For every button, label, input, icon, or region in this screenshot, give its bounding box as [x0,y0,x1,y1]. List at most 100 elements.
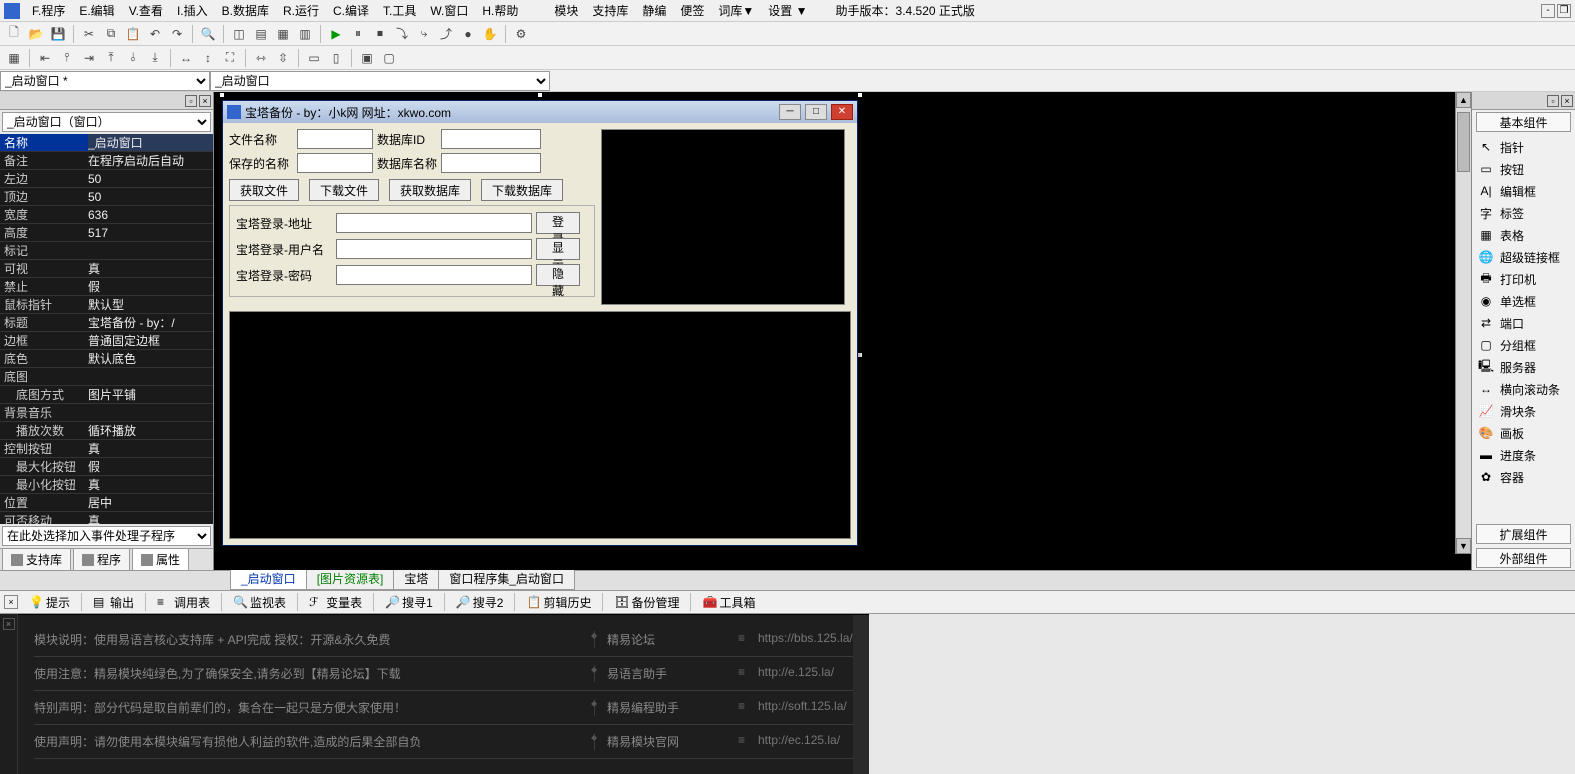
undo-icon[interactable]: ↶ [145,24,165,44]
input-bt-addr[interactable] [336,213,532,233]
property-value[interactable]: 默认型 [88,296,213,313]
output-close-icon[interactable]: × [3,618,15,630]
property-row[interactable]: 边框普通固定边框 [0,332,213,350]
property-value[interactable] [88,242,213,259]
layout4-icon[interactable]: ▥ [295,24,315,44]
toolbox-item[interactable]: 🖶打印机 [1476,268,1571,290]
input-db-name[interactable] [441,153,541,173]
scroll-down-icon[interactable]: ▼ [1456,538,1471,554]
minimize-button[interactable]: ─ [779,104,801,120]
panel-close-icon[interactable]: × [1561,95,1573,107]
menu-supportlib[interactable]: 支持库 [586,0,634,21]
btn-download-file[interactable]: 下载文件 [309,179,379,201]
tab-properties[interactable]: 属性 [132,548,189,570]
toolbox-item[interactable]: ✿容器 [1476,466,1571,488]
btab-search1[interactable]: 🔎搜寻1 [378,591,440,614]
property-row[interactable]: 名称_启动窗口 [0,134,213,152]
toolbox-item[interactable]: ⇄端口 [1476,312,1571,334]
panel-close-icon[interactable]: × [199,95,211,107]
resize-handle[interactable] [537,92,543,98]
window-selector[interactable]: _启动窗口 [210,71,550,91]
property-row[interactable]: 底色默认底色 [0,350,213,368]
property-value[interactable]: 50 [88,170,213,187]
property-value[interactable]: 默认底色 [88,350,213,367]
hand-icon[interactable]: ✋ [480,24,500,44]
toolbox-item[interactable]: A|编辑框 [1476,180,1571,202]
output-panel[interactable]: 模块说明：使用易语言核心支持库 + API完成 授权：开源&永久免费精易论坛ht… [18,614,869,774]
property-value[interactable]: 普通固定边框 [88,332,213,349]
tab-image-resource[interactable]: [图片资源表] [306,567,395,590]
align-right-icon[interactable]: ⇥ [79,48,99,68]
property-value[interactable]: 真 [88,476,213,493]
redo-icon[interactable]: ↷ [167,24,187,44]
close-button[interactable]: ✕ [831,104,853,120]
menu-dict[interactable]: 词库▼ [712,0,760,21]
property-row[interactable]: 标题宝塔备份 - by：/ [0,314,213,332]
resize-handle[interactable] [857,92,863,98]
menu-window[interactable]: W.窗口 [424,0,474,21]
btn-show[interactable]: 显示 [536,238,580,260]
property-row[interactable]: 背景音乐 [0,404,213,422]
property-row[interactable]: 底图方式图片平铺 [0,386,213,404]
design-surface[interactable]: 宝塔备份 - by：小k网 网址：xkwo.com ─ □ ✕ 文件名称 数据库… [214,92,1471,570]
property-row[interactable]: 播放次数循环播放 [0,422,213,440]
property-row[interactable]: 最大化按钮假 [0,458,213,476]
same-width-icon[interactable]: ↔ [176,48,196,68]
btn-login[interactable]: 登录 [536,212,580,234]
toolbox-external[interactable]: 外部组件 [1476,548,1571,568]
resize-handle[interactable] [219,92,225,98]
object-selector[interactable]: _启动窗口（窗口） [2,112,211,132]
btab-search2[interactable]: 🔎搜寻2 [449,591,511,614]
input-save-name[interactable] [297,153,373,173]
menu-module[interactable]: 模块 [548,0,584,21]
scroll-up-icon[interactable]: ▲ [1456,92,1471,108]
layout2-icon[interactable]: ▤ [251,24,271,44]
btn-get-file[interactable]: 获取文件 [229,179,299,201]
paste-icon[interactable]: 📋 [123,24,143,44]
tab-supportlib[interactable]: 支持库 [2,548,71,570]
toolbox-item[interactable]: ▬进度条 [1476,444,1571,466]
menu-tools[interactable]: T.工具 [377,0,422,21]
btab-vars[interactable]: ℱ变量表 [302,591,369,614]
btn-hide[interactable]: 隐藏 [536,264,580,286]
property-value[interactable]: 居中 [88,494,213,511]
tab-startup-window[interactable]: _启动窗口 [230,567,307,590]
btab-output[interactable]: ▤输出 [86,591,141,614]
input-file-name[interactable] [297,129,373,149]
menu-program[interactable]: F.程序 [26,0,71,21]
property-value[interactable]: 假 [88,278,213,295]
panel-pin-icon[interactable]: ▫ [185,95,197,107]
tab-program[interactable]: 程序 [73,548,130,570]
stepin-icon[interactable]: ⤷ [414,24,434,44]
btab-tips[interactable]: 💡提示 [22,591,77,614]
property-row[interactable]: 高度517 [0,224,213,242]
open-file-icon[interactable]: 📂 [26,24,46,44]
property-value[interactable]: 宝塔备份 - by：/ [88,314,213,331]
property-row[interactable]: 鼠标指针默认型 [0,296,213,314]
toolbox-item[interactable]: ↔横向滚动条 [1476,378,1571,400]
property-value[interactable] [88,404,213,421]
bring-front-icon[interactable]: ▣ [357,48,377,68]
toolbox-item[interactable]: ↖指针 [1476,136,1571,158]
toolbox-item[interactable]: 🖳服务器 [1476,356,1571,378]
menu-database[interactable]: B.数据库 [216,0,275,21]
property-grid[interactable]: 名称_启动窗口备注在程序启动后自动左边50顶边50宽度636高度517标记可视真… [0,134,213,524]
property-row[interactable]: 备注在程序启动后自动 [0,152,213,170]
output-url[interactable]: https://bbs.125.la/ [734,631,853,648]
output-vscrollbar[interactable] [853,615,869,774]
property-value[interactable]: 在程序启动后自动 [88,152,213,169]
toolbox-item[interactable]: ▢分组框 [1476,334,1571,356]
property-row[interactable]: 左边50 [0,170,213,188]
property-value[interactable]: 636 [88,206,213,223]
align-bottom-icon[interactable]: ⤓ [145,48,165,68]
design-window[interactable]: 宝塔备份 - by：小k网 网址：xkwo.com ─ □ ✕ 文件名称 数据库… [222,100,858,546]
align-top-icon[interactable]: ⤒ [101,48,121,68]
breakpoint-icon[interactable]: ● [458,24,478,44]
btn-get-db[interactable]: 获取数据库 [389,179,471,201]
event-selector[interactable]: 在此处选择加入事件处理子程序 [2,526,211,546]
mdi-restore-icon[interactable]: ❐ [1557,4,1571,18]
toolbox-category[interactable]: 基本组件 [1476,112,1571,132]
copy-icon[interactable]: ⧉ [101,24,121,44]
mdi-minimize-icon[interactable]: - [1541,4,1555,18]
align-middle-icon[interactable]: ⫰ [123,48,143,68]
